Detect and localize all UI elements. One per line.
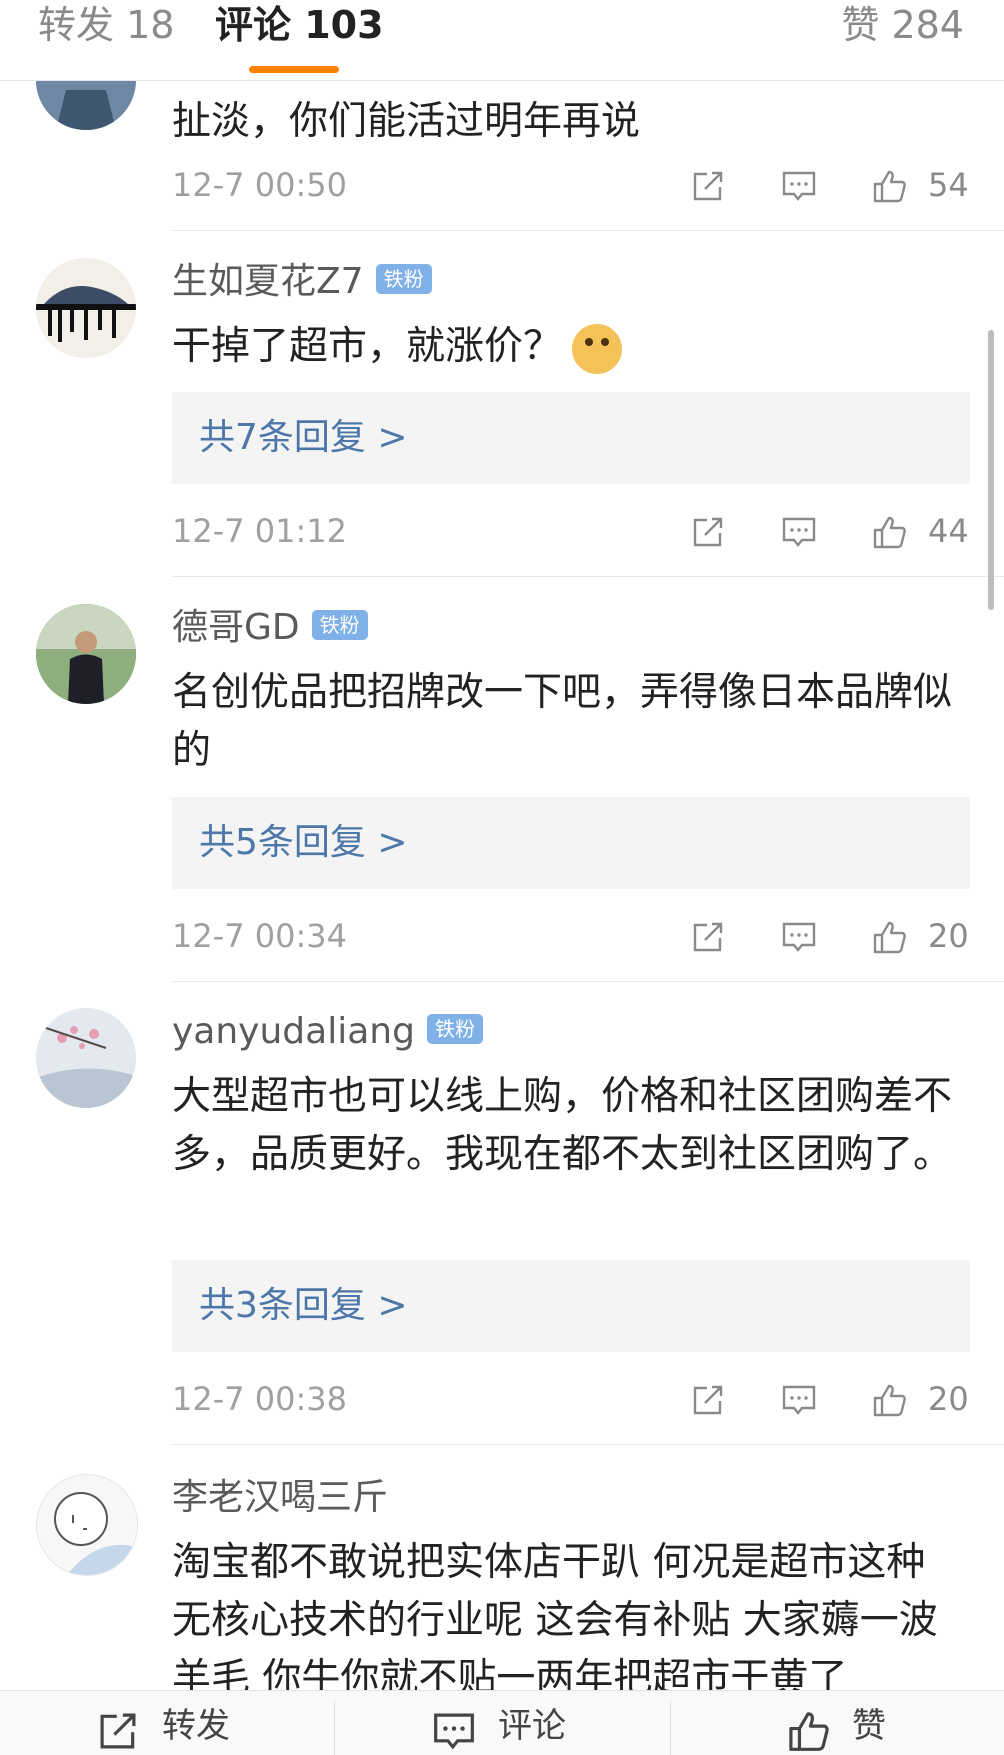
comment-text: 干掉了超市，就涨价？ xyxy=(172,324,563,369)
avatar[interactable] xyxy=(36,604,136,704)
comment-meta: 12-7 00:34 20 xyxy=(0,911,1004,961)
divider xyxy=(172,576,1004,577)
share-icon[interactable] xyxy=(690,1382,726,1418)
view-replies-link[interactable]: 共7条回复 > xyxy=(199,411,408,465)
comment-time: 12-7 01:12 xyxy=(172,512,348,550)
like-count: 44 xyxy=(928,512,969,550)
repost-label: 转发 xyxy=(162,1706,230,1746)
comment-time: 12-7 00:50 xyxy=(172,166,348,204)
view-replies-link[interactable]: 共3条回复 > xyxy=(199,1279,408,1333)
comment-content: 干掉了超市，就涨价？ xyxy=(172,318,962,376)
comment-icon xyxy=(434,1713,474,1750)
comment-time: 12-7 00:34 xyxy=(172,917,348,955)
scrollbar[interactable] xyxy=(988,330,994,610)
comment-username[interactable]: 德哥GD 铁粉 xyxy=(172,604,368,652)
fan-badge: 铁粉 xyxy=(375,264,432,294)
fan-badge: 铁粉 xyxy=(426,1014,483,1044)
like-label: 赞 xyxy=(852,1706,886,1746)
tab-like[interactable]: 赞 284 xyxy=(841,0,964,50)
comment-username[interactable]: 李老汉喝三斤 xyxy=(172,1474,388,1522)
avatar[interactable] xyxy=(36,1474,138,1576)
avatar-image-icon xyxy=(37,1475,137,1575)
reply-icon[interactable] xyxy=(781,1382,817,1418)
thumbs-up-icon[interactable] xyxy=(871,514,907,550)
replies-box[interactable]: 共7条回复 > xyxy=(172,392,970,484)
replies-box[interactable]: 共3条回复 > xyxy=(172,1260,970,1352)
reply-icon[interactable] xyxy=(781,514,817,550)
comment-username[interactable]: yanyudaliang 铁粉 xyxy=(172,1008,483,1056)
comment-content: 名创优品把招牌改一下吧，弄得像日本品牌似的 xyxy=(172,670,953,773)
divider xyxy=(172,981,1004,982)
comment-tab-bar: 转发 18 评论 103 赞 284 xyxy=(0,0,1004,81)
avatar[interactable] xyxy=(36,1008,136,1108)
reply-icon[interactable] xyxy=(781,168,817,204)
thumbs-up-icon[interactable] xyxy=(871,168,907,204)
replies-box[interactable]: 共5条回复 > xyxy=(172,797,970,889)
thumbs-up-icon[interactable] xyxy=(871,1382,907,1418)
thumbs-up-icon[interactable] xyxy=(871,919,907,955)
like-count: 54 xyxy=(928,166,969,204)
username-text[interactable]: 生如夏花Z7 xyxy=(172,261,364,302)
separator xyxy=(334,1701,335,1755)
share-icon xyxy=(100,1713,136,1749)
avatar-image-icon xyxy=(36,258,136,358)
like-count: 20 xyxy=(928,917,969,955)
like-count: 20 xyxy=(928,1380,969,1418)
view-replies-link[interactable]: 共5条回复 > xyxy=(199,816,408,870)
comment-meta: 12-7 00:38 20 xyxy=(0,1374,1004,1424)
thumbs-up-icon xyxy=(789,1712,829,1751)
share-icon[interactable] xyxy=(690,168,726,204)
comment-time: 12-7 00:38 xyxy=(172,1380,348,1418)
comment-meta: 12-7 01:12 44 xyxy=(0,506,1004,556)
reply-icon[interactable] xyxy=(781,919,817,955)
comment-content: 大型超市也可以线上购，价格和社区团购差不多，品质更好。我现在都不太到社区团购了。 xyxy=(172,1074,953,1177)
doge-emoji-icon xyxy=(572,323,623,374)
avatar-image-icon xyxy=(36,1008,136,1108)
share-icon[interactable] xyxy=(690,514,726,550)
tab-comment[interactable]: 评论 103 xyxy=(215,0,384,50)
bottom-action-bar: 转发 评论 赞 xyxy=(0,1690,1004,1755)
comment-content: 扯淡，你们能活过明年再说 xyxy=(172,99,641,144)
comment-content: 淘宝都不敢说把实体店干趴 何况是超市这种无核心技术的行业呢 这会有补贴 大家薅一… xyxy=(172,1540,938,1701)
username-text[interactable]: 德哥GD xyxy=(172,607,300,648)
comment-label: 评论 xyxy=(498,1706,566,1746)
username-text[interactable]: yanyudaliang xyxy=(172,1011,415,1052)
tab-repost[interactable]: 转发 18 xyxy=(38,0,174,50)
avatar-image-icon xyxy=(36,604,136,704)
divider xyxy=(172,1444,1004,1445)
avatar[interactable] xyxy=(36,258,136,358)
separator xyxy=(670,1701,671,1755)
active-tab-indicator xyxy=(249,66,339,73)
share-icon[interactable] xyxy=(690,919,726,955)
fan-badge: 铁粉 xyxy=(311,610,368,640)
comment-username[interactable]: 生如夏花Z7 铁粉 xyxy=(172,258,432,306)
username-text[interactable]: 李老汉喝三斤 xyxy=(172,1477,388,1518)
comment-meta: 12-7 00:50 54 xyxy=(0,160,1004,210)
divider xyxy=(172,230,1004,231)
